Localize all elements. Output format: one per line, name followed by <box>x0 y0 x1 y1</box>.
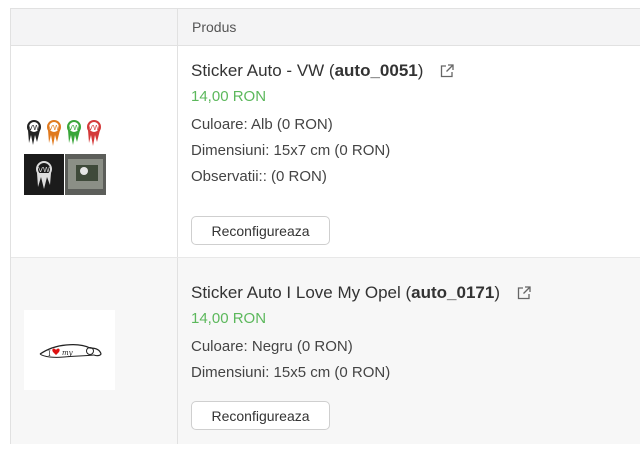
product-image-cell: I my <box>11 258 178 444</box>
product-info: Sticker Auto I Love My Opel (auto_0171) … <box>191 282 532 386</box>
option-notes: Observatii:: (0 RON) <box>191 168 327 185</box>
product-price: 14,00 RON <box>191 88 267 105</box>
product-code: auto_0051 <box>334 61 418 80</box>
product-title-close: ) <box>494 283 500 302</box>
table-header: Produs <box>11 9 640 46</box>
product-name[interactable]: Sticker Auto - VW ( <box>191 61 335 81</box>
svg-text:VW: VW <box>48 124 60 132</box>
option-color: Culoare: Alb (0 RON) <box>191 116 333 133</box>
external-link-icon[interactable] <box>439 63 455 79</box>
product-price: 14,00 RON <box>191 310 267 327</box>
product-info: Sticker Auto - VW (auto_0051) 14,00 RON … <box>191 60 455 190</box>
reconfigure-button[interactable]: Reconfigureaza <box>191 401 330 430</box>
product-image-cell: VW VW VW VW VW <box>11 46 178 257</box>
option-color: Culoare: Negru (0 RON) <box>191 338 353 355</box>
table-row: I my Sticker Auto I Love My Opel (auto_0… <box>11 258 640 444</box>
header-image-column <box>11 9 178 46</box>
product-thumbnail-opel[interactable]: I my <box>24 310 115 390</box>
svg-text:VW: VW <box>28 124 40 132</box>
svg-text:VW: VW <box>68 124 80 132</box>
svg-text:I: I <box>48 350 51 358</box>
product-options: Culoare: Negru (0 RON) Dimensiuni: 15x5 … <box>191 334 532 386</box>
svg-text:VW: VW <box>38 166 50 174</box>
product-title: Sticker Auto - VW (auto_0051) <box>191 60 455 82</box>
product-options: Culoare: Alb (0 RON) Dimensiuni: 15x7 cm… <box>191 112 455 190</box>
product-title-close: ) <box>417 61 424 80</box>
svg-text:VW: VW <box>88 124 100 132</box>
reconfigure-button[interactable]: Reconfigureaza <box>191 216 330 245</box>
option-dimensions: Dimensiuni: 15x5 cm (0 RON) <box>191 364 391 381</box>
external-link-icon[interactable] <box>516 285 532 301</box>
svg-text:my: my <box>62 349 74 357</box>
product-name[interactable]: Sticker Auto I Love My Opel ( <box>191 283 411 303</box>
header-product-label: Produs <box>192 19 237 35</box>
table-row: VW VW VW VW VW Sticker Auto - VW (auto_… <box>11 46 640 258</box>
product-code: auto_0171 <box>411 283 495 302</box>
option-dimensions: Dimensiuni: 15x7 cm (0 RON) <box>191 142 391 159</box>
product-thumbnail-vw[interactable]: VW VW VW VW VW <box>24 113 106 195</box>
cart-table: Produs VW VW VW VW VW Sticker Auto - VW … <box>10 8 640 444</box>
product-title: Sticker Auto I Love My Opel (auto_0171) <box>191 282 532 304</box>
